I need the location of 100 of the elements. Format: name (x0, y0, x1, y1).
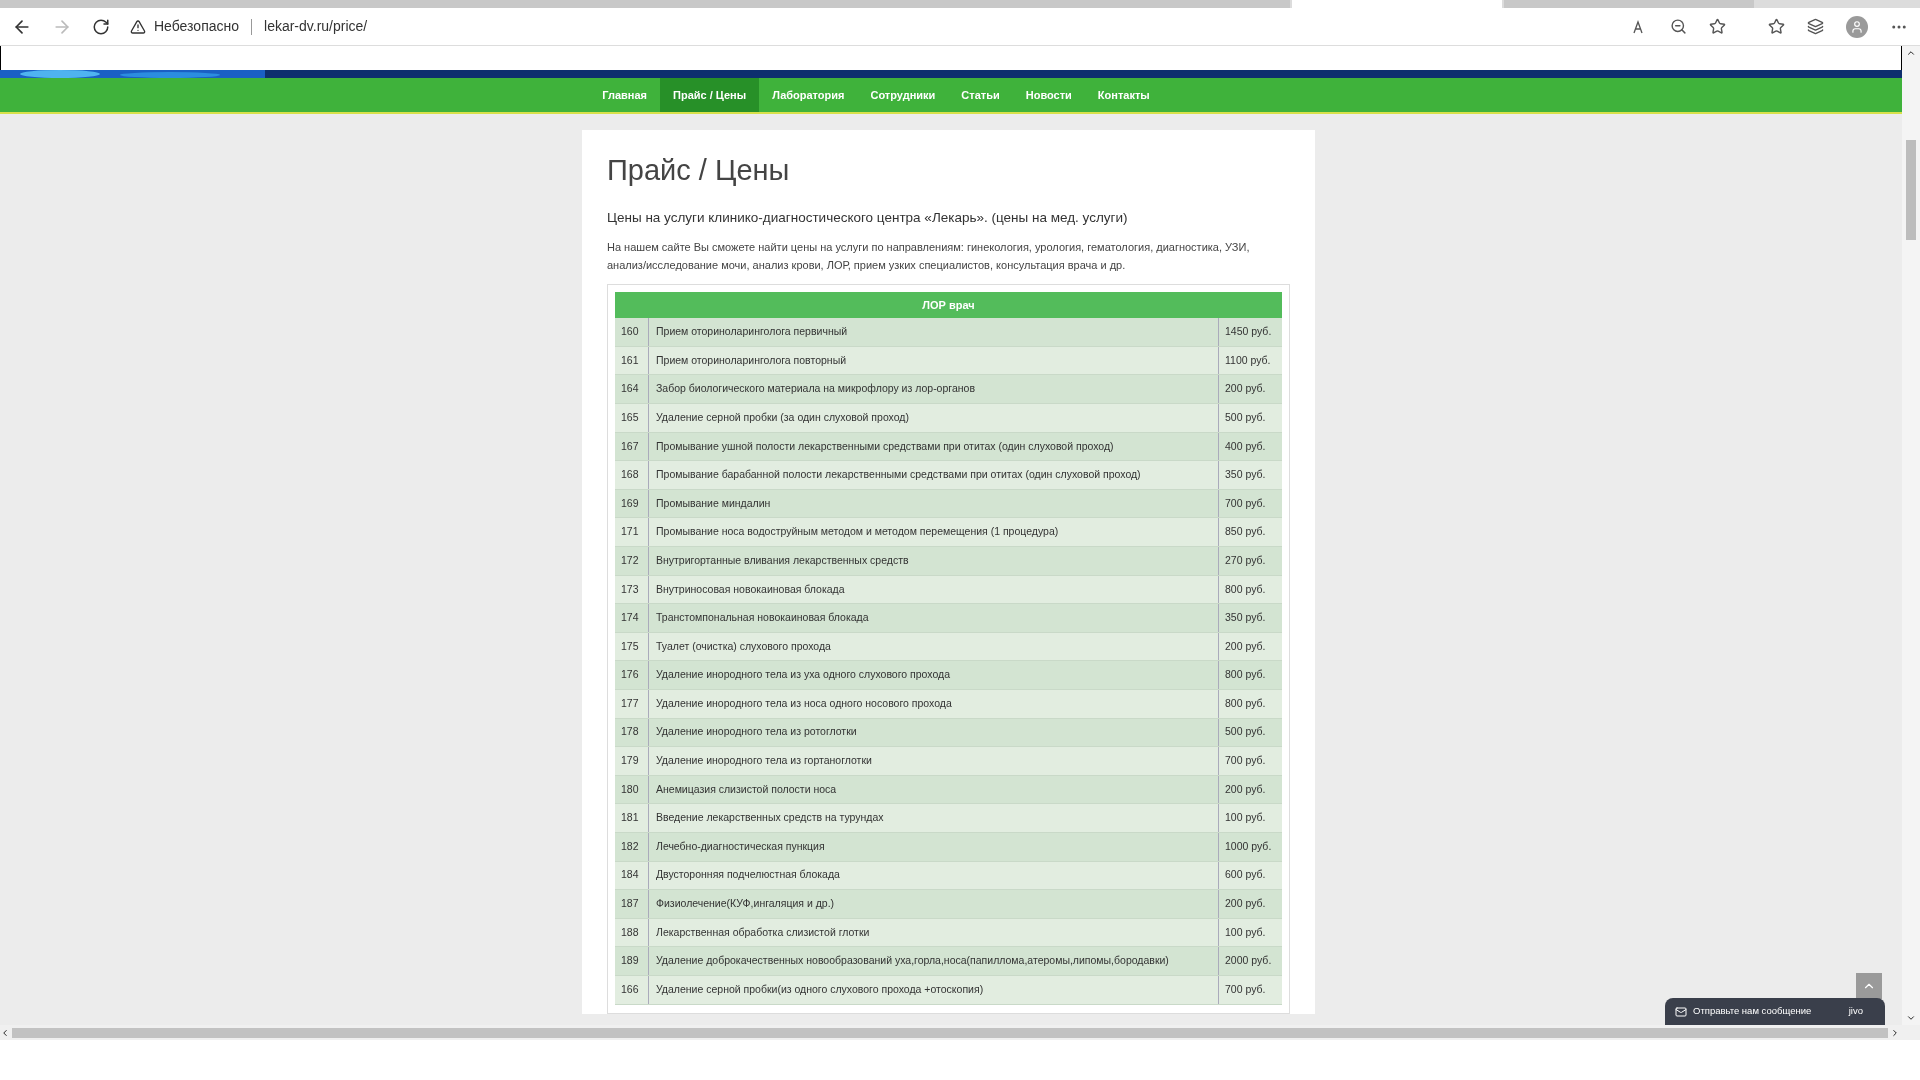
code-cell: 161 (615, 346, 649, 375)
price-cell: 200 руб. (1218, 632, 1282, 661)
code-cell: 175 (615, 632, 649, 661)
code-cell: 178 (615, 718, 649, 747)
code-cell: 168 (615, 461, 649, 489)
intro-text: На нашем сайте Вы сможете найти цены на услуги по направлениям: гинекология, урология, гематология, диагностика, УЗИ, анализ/исследование мочи, анализ крови, ЛОР, прием узких специалистов, консультация врача и др. (607, 240, 1251, 274)
price-cell: 350 руб. (1218, 604, 1282, 632)
chat-label: Отправьте нам сообщение (1693, 1004, 1812, 1019)
scroll-top-button[interactable] (1856, 973, 1882, 999)
service-cell-text: Внутригортанные вливания лекарственных средств (655, 552, 910, 568)
page-subtitle: Цены на услуги клинико-диагностического центра «Лекарь». (цены на мед. услуги) (607, 209, 1129, 227)
price-cell: 1000 руб. (1218, 832, 1282, 861)
code-cell: 188 (615, 918, 649, 947)
scroll-thumb[interactable] (1906, 140, 1916, 240)
price-cell: 500 руб. (1218, 404, 1282, 432)
price-cell: 100 руб. (1218, 804, 1282, 832)
price-cell: 200 руб. (1218, 890, 1282, 918)
service-cell-text: Удаление серной пробки (за один слуховой проход) (655, 409, 910, 425)
code-cell: 184 (615, 861, 649, 890)
chat-widget[interactable]: Отправьте нам сообщение jivo (1665, 998, 1885, 1025)
code-cell: 173 (615, 575, 649, 604)
price-cell: 700 руб. (1218, 975, 1282, 1004)
service-cell-text: Лечебно-диагностическая пункция (655, 838, 826, 854)
service-cell-text: Туалет (очистка) слухового прохода (655, 638, 832, 654)
code-cell: 174 (615, 604, 649, 632)
price-cell: 800 руб. (1218, 661, 1282, 689)
service-cell-text: Промывание носа водоструйным методом и методом перемещения (1 процедура) (655, 524, 1060, 540)
nav-link[interactable]: Прайс / Цены (660, 78, 760, 112)
mail-icon (1675, 1005, 1687, 1018)
warning-icon (130, 18, 146, 35)
service-cell-text: Удаление инородного тела из ротоглотки (655, 724, 858, 740)
service-cell-text: Анемицазия слизистой полости носа (655, 781, 838, 797)
collections-icon[interactable] (1807, 18, 1824, 35)
code-cell: 182 (615, 832, 649, 861)
price-cell: 200 руб. (1218, 375, 1282, 404)
scroll-down-icon[interactable] (1906, 1013, 1916, 1023)
code-cell: 166 (615, 975, 649, 1004)
code-cell: 167 (615, 432, 649, 461)
scroll-left-icon[interactable] (0, 1027, 10, 1038)
service-cell-text: Внутриносовая новокаиновая блокада (655, 581, 846, 597)
price-cell: 1100 руб. (1218, 346, 1282, 375)
price-cell: 100 руб. (1218, 918, 1282, 947)
page-title: Прайс / Цены (607, 153, 791, 188)
code-cell: 176 (615, 661, 649, 689)
price-cell: 850 руб. (1218, 518, 1282, 546)
price-cell: 800 руб. (1218, 689, 1282, 718)
service-cell-text: Удаление серной пробки(из одного слухового прохода +отоскопия) (655, 981, 985, 997)
code-cell: 160 (615, 318, 649, 346)
code-cell: 189 (615, 947, 649, 975)
service-cell-text: Двусторонняя подчелюстная блокада (655, 867, 841, 883)
price-cell: 1450 руб. (1218, 318, 1282, 346)
service-cell-text: Лекарственная обработка слизистой глотки (655, 924, 871, 940)
price-cell: 270 руб. (1218, 547, 1282, 575)
code-cell: 172 (615, 547, 649, 575)
scroll-right-icon[interactable] (1890, 1027, 1900, 1038)
favorites-icon[interactable] (1768, 18, 1785, 35)
service-cell-text: Введение лекарственных средств на турундах (655, 810, 885, 826)
price-cell: 700 руб. (1218, 489, 1282, 518)
service-cell-text: Транстомпональная новокаиновая блокада (655, 610, 870, 626)
service-cell-text: Промывание миндалин (655, 495, 772, 511)
price-cell: 700 руб. (1218, 747, 1282, 775)
code-cell: 181 (615, 804, 649, 832)
service-cell-text: Прием оториноларинголога повторный (655, 352, 848, 368)
code-cell: 179 (615, 747, 649, 775)
price-cell: 2000 руб. (1218, 947, 1282, 975)
service-cell-text: Промывание барабанной полости лекарственными средствами при отитах (один слуховой проход) (655, 467, 1142, 483)
code-cell: 180 (615, 775, 649, 804)
profile-avatar[interactable] (1846, 15, 1868, 38)
price-cell: 350 руб. (1218, 461, 1282, 489)
add-favorite-icon[interactable] (1709, 18, 1726, 35)
table-heading: ЛОР врач (615, 292, 1282, 319)
service-cell-text: Промывание ушной полости лекарственными средствами при отитах (один слуховой проход) (655, 438, 1115, 454)
reload-icon[interactable] (92, 17, 110, 36)
code-cell: 171 (615, 518, 649, 546)
address-field[interactable]: lekar-dv.ru/price/ (264, 16, 368, 37)
price-cell: 500 руб. (1218, 718, 1282, 747)
service-cell-text: Прием оториноларинголога первичный (655, 324, 849, 340)
price-cell: 200 руб. (1218, 775, 1282, 804)
vertical-scrollbar[interactable] (1902, 46, 1920, 1025)
service-cell-text: Физиолечение(КУФ,ингаляция и др.) (655, 896, 836, 912)
price-cell: 600 руб. (1218, 861, 1282, 890)
service-cell-text: Удаление инородного тела из носа одного носового прохода (655, 695, 953, 711)
nav-link[interactable]: Лаборатория (759, 78, 858, 112)
price-cell: 400 руб. (1218, 432, 1282, 461)
service-cell-text: Забор биологического материала на микрофлору из лор-органов (655, 381, 976, 397)
zoom-out-icon[interactable] (1670, 18, 1687, 35)
service-cell-text: Удаление инородного тела из уха одного слухового прохода (655, 667, 951, 683)
service-cell-text: Удаление доброкачественных новообразований уха,горла,носа(папиллома,атеромы,липомы,бородавки) (655, 953, 1170, 969)
code-cell: 164 (615, 375, 649, 404)
scroll-up-icon[interactable] (1906, 48, 1916, 58)
chat-brand: jivo (1848, 1004, 1863, 1019)
service-cell-text: Удаление инородного тела из гортаноглотки (655, 753, 873, 769)
nav-link[interactable]: Статьи (948, 78, 1013, 112)
nav-link[interactable]: Контакты (1084, 78, 1163, 112)
horizontal-scrollbar[interactable] (0, 1025, 1920, 1040)
security-label[interactable]: Небезопасно (154, 16, 239, 37)
nav-link[interactable]: Главная (589, 78, 661, 112)
nav-link[interactable]: Сотрудники (857, 78, 949, 112)
scroll-thumb[interactable] (12, 1027, 1888, 1038)
nav-link[interactable]: Новости (1012, 78, 1085, 112)
